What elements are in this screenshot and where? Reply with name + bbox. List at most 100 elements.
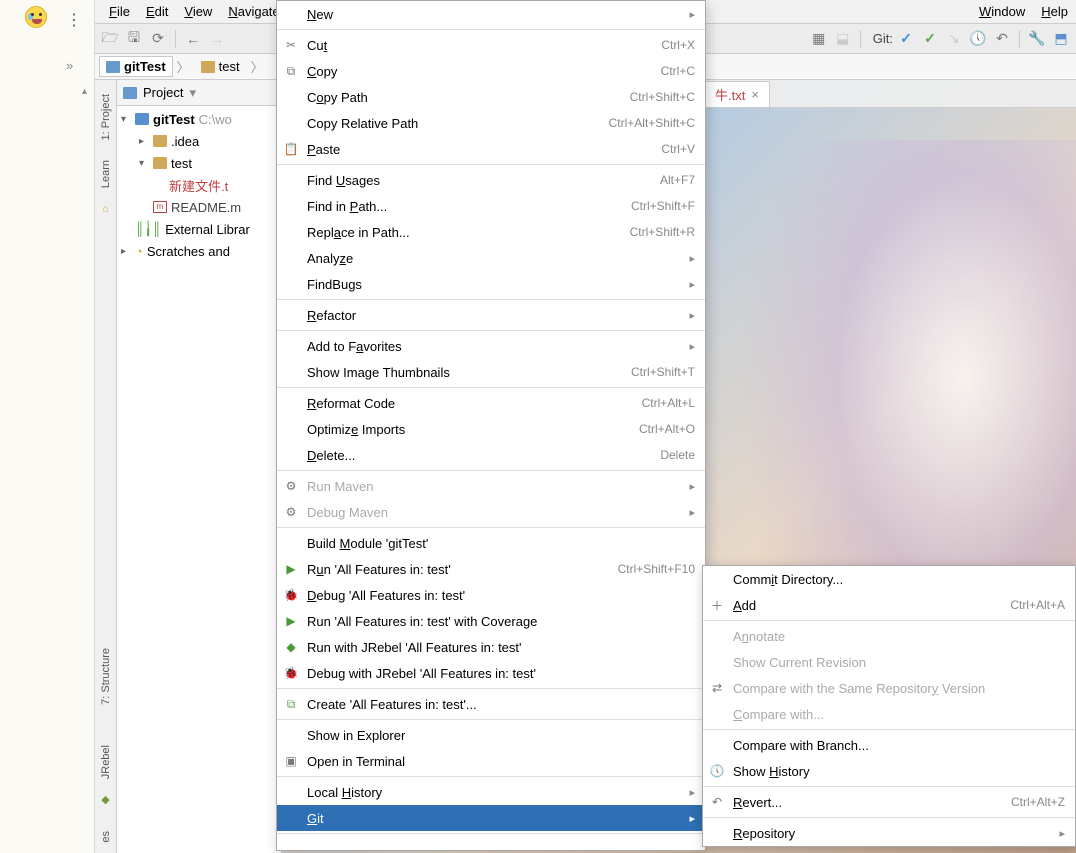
menu-view[interactable]: View (176, 2, 220, 21)
history-icon[interactable]: 🕔 (967, 28, 989, 50)
gutter-learn[interactable]: Learn (100, 160, 112, 188)
caret-icon: ▴ (82, 86, 87, 97)
open-icon[interactable]: 🗁 (99, 28, 121, 50)
home-icon[interactable]: ⌂ (99, 203, 113, 217)
cut-icon: ✂ (283, 38, 299, 52)
debug-icon: 🐞 (283, 588, 299, 602)
git-commit-icon[interactable]: ✓ (919, 28, 941, 50)
ctx-findbugs[interactable]: FindBugs▸ (277, 271, 705, 297)
copy-icon: ⧉ (283, 64, 299, 79)
run-icon: ▶ (283, 562, 299, 576)
sub-compare-with: Compare with... (703, 701, 1075, 727)
folder-icon (106, 61, 120, 73)
sub-show-history[interactable]: 🕔Show History (703, 758, 1075, 784)
collapse-icon[interactable]: » (66, 58, 73, 73)
tool-icon[interactable]: ▦ (808, 28, 830, 50)
save-icon[interactable]: 🖫 (123, 28, 145, 50)
tree-readme[interactable]: m README.m (117, 196, 281, 218)
breadcrumb-folder[interactable]: test (194, 56, 247, 77)
ctx-copy[interactable]: ⧉CopyCtrl+C (277, 58, 705, 84)
ctx-local-history[interactable]: Local History▸ (277, 779, 705, 805)
tab-file[interactable]: 牛.txt× (704, 81, 770, 107)
ctx-find-usages[interactable]: Find UsagesAlt+F7 (277, 167, 705, 193)
ctx-paste[interactable]: 📋PasteCtrl+V (277, 136, 705, 162)
close-icon[interactable]: × (751, 87, 759, 102)
tree-scratches[interactable]: ▸◔ Scratches and (117, 240, 281, 262)
sub-compare-branch[interactable]: Compare with Branch... (703, 732, 1075, 758)
git-arrow-icon[interactable]: ↘ (943, 28, 965, 50)
ctx-coverage[interactable]: ▶Run 'All Features in: test' with Covera… (277, 608, 705, 634)
gutter-jrebel[interactable]: JRebel (100, 745, 112, 779)
ctx-reformat[interactable]: Reformat CodeCtrl+Alt+L (277, 390, 705, 416)
revert-icon[interactable]: ↶ (991, 28, 1013, 50)
ctx-replace-in-path[interactable]: Replace in Path...Ctrl+Shift+R (277, 219, 705, 245)
maven-icon: ⚙ (283, 505, 299, 519)
jrebel-icon: ◆ (99, 793, 113, 807)
ctx-bottom-cut[interactable] (277, 836, 705, 850)
ctx-create[interactable]: ⧉Create 'All Features in: test'... (277, 691, 705, 717)
more-icon[interactable]: ⋮ (66, 10, 83, 30)
terminal-icon: ▣ (283, 754, 299, 768)
tree-libs[interactable]: ║╽║ External Librar (117, 218, 281, 240)
ctx-optimize-imports[interactable]: Optimize ImportsCtrl+Alt+O (277, 416, 705, 442)
ctx-new[interactable]: New▸ (277, 1, 705, 27)
sub-repository[interactable]: Repository▸ (703, 820, 1075, 846)
ctx-find-in-path[interactable]: Find in Path...Ctrl+Shift+F (277, 193, 705, 219)
sub-revert[interactable]: ↶Revert...Ctrl+Alt+Z (703, 789, 1075, 815)
tree-test[interactable]: ▾ test (117, 152, 281, 174)
gutter-favorites[interactable]: es (100, 831, 112, 843)
markdown-icon: m (153, 201, 167, 213)
ctx-build-module[interactable]: Build Module 'gitTest' (277, 530, 705, 556)
menu-file[interactable]: FFileile (101, 2, 138, 21)
sub-compare-same: ⇄Compare with the Same Repository Versio… (703, 675, 1075, 701)
ctx-debug[interactable]: 🐞Debug 'All Features in: test' (277, 582, 705, 608)
ctx-show-thumbnails[interactable]: Show Image ThumbnailsCtrl+Shift+T (277, 359, 705, 385)
git-update-icon[interactable]: ✓ (895, 28, 917, 50)
ctx-delete[interactable]: Delete...Delete (277, 442, 705, 468)
panel-header[interactable]: Project ▾ (117, 80, 281, 106)
ctx-run-maven: ⚙Run Maven▸ (277, 473, 705, 499)
back-icon[interactable]: ← (182, 28, 204, 50)
compare-icon: ⇄ (709, 681, 725, 695)
coverage-icon: ▶ (283, 614, 299, 628)
folder-icon (153, 157, 167, 169)
menu-help[interactable]: Help (1033, 2, 1076, 21)
layout-icon[interactable]: ⬒ (1050, 28, 1072, 50)
tool2-icon[interactable]: ⬓ (832, 28, 854, 50)
ctx-open-terminal[interactable]: ▣Open in Terminal (277, 748, 705, 774)
sub-add[interactable]: ＋AddCtrl+Alt+A (703, 592, 1075, 618)
ctx-jrebel-debug[interactable]: 🐞Debug with JRebel 'All Features in: tes… (277, 660, 705, 686)
ctx-copy-rel-path[interactable]: Copy Relative PathCtrl+Alt+Shift+C (277, 110, 705, 136)
git-submenu: Commit Directory... ＋AddCtrl+Alt+A Annot… (702, 565, 1076, 847)
folder-icon (201, 61, 215, 73)
ctx-copy-path[interactable]: Copy PathCtrl+Shift+C (277, 84, 705, 110)
ctx-cut[interactable]: ✂CutCtrl+X (277, 32, 705, 58)
breadcrumb-root[interactable]: gitTest (99, 56, 173, 77)
sub-commit[interactable]: Commit Directory... (703, 566, 1075, 592)
tree-newfile[interactable]: 新建文件.t (117, 174, 281, 196)
refresh-icon[interactable]: ⟳ (147, 28, 169, 50)
gutter-structure[interactable]: 7: Structure (100, 648, 112, 705)
forward-icon[interactable]: → (206, 28, 228, 50)
settings-icon[interactable]: 🔧 (1026, 28, 1048, 50)
ctx-add-favorites[interactable]: Add to Favorites▸ (277, 333, 705, 359)
ctx-run[interactable]: ▶Run 'All Features in: test'Ctrl+Shift+F… (277, 556, 705, 582)
tree-root[interactable]: ▾ gitTestC:\wo (117, 108, 281, 130)
jrebel-run-icon: ◆ (283, 640, 299, 654)
gutter-project[interactable]: 1: Project (100, 94, 112, 140)
tree-idea[interactable]: ▸ .idea (117, 130, 281, 152)
menu-window[interactable]: Window (971, 2, 1033, 21)
history-icon: 🕔 (709, 764, 725, 778)
ctx-analyze[interactable]: Analyze▸ (277, 245, 705, 271)
context-menu: New▸ ✂CutCtrl+X ⧉CopyCtrl+C Copy PathCtr… (276, 0, 706, 851)
ctx-git[interactable]: Git▸ (277, 805, 705, 831)
create-icon: ⧉ (283, 697, 299, 712)
menu-edit[interactable]: Edit (138, 2, 176, 21)
left-gutter: 1: Project Learn ⌂ 7: Structure JRebel ◆… (95, 80, 117, 853)
scratches-icon: ◔ (135, 244, 143, 259)
ctx-refactor[interactable]: Refactor▸ (277, 302, 705, 328)
ctx-debug-maven: ⚙Debug Maven▸ (277, 499, 705, 525)
ctx-jrebel-run[interactable]: ◆Run with JRebel 'All Features in: test' (277, 634, 705, 660)
ctx-show-explorer[interactable]: Show in Explorer (277, 722, 705, 748)
revert-icon: ↶ (709, 795, 725, 809)
